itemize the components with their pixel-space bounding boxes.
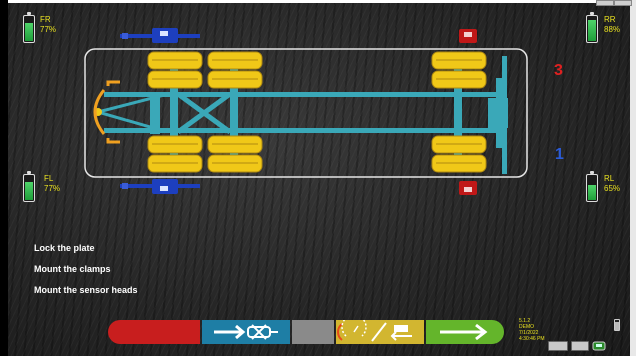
rl-name: RL: [604, 174, 615, 183]
battery-icon-fl: [23, 171, 35, 202]
keyboard-icon[interactable]: [548, 341, 568, 351]
instruction-step: Mount the sensor heads: [34, 285, 138, 295]
fl-name: FL: [44, 174, 54, 183]
fr-percent: 77%: [40, 25, 57, 34]
battery-icon-rr: [586, 12, 598, 43]
fl-label: FL 77%: [44, 174, 60, 194]
rr-percent: 88%: [604, 25, 621, 34]
battery-icon-fr: [23, 12, 35, 43]
rl-percent: 65%: [604, 184, 621, 193]
instruction-list: Lock the plate Mount the clamps Mount th…: [34, 243, 138, 306]
window-button[interactable]: [596, 0, 614, 6]
axle-number-blue: 1: [555, 146, 564, 163]
battery-icon-rl: [586, 171, 598, 202]
gray-action-button[interactable]: [292, 320, 334, 344]
instruction-step: Lock the plate: [34, 243, 95, 253]
right-border: [630, 0, 636, 356]
alignment-screen: FR 77% RR 88% FL 77% RL 65% 3 1 Lock the…: [0, 0, 636, 356]
time-text: 4:30:46 PM: [519, 336, 545, 342]
status-info: 5.1.2 DEMO 7/1/2022 4:30:46 PM: [519, 318, 545, 342]
rear-right-sensor-icon[interactable]: [457, 26, 479, 46]
blue-action-button[interactable]: [202, 320, 290, 344]
rear-left-sensor-icon[interactable]: [457, 178, 479, 198]
axle-number-red: 3: [554, 62, 563, 79]
front-right-sensor-icon[interactable]: [120, 27, 200, 45]
instruction-step: Mount the clamps: [34, 264, 111, 274]
fr-name: FR: [40, 15, 51, 24]
green-action-button[interactable]: [426, 320, 504, 344]
rl-label: RL 65%: [604, 174, 620, 194]
fr-label: FR 77%: [40, 15, 56, 35]
rr-name: RR: [604, 15, 616, 24]
left-border: [0, 0, 8, 356]
gauge-tool-icon: [337, 314, 412, 342]
keyboard-layout-icon[interactable]: [571, 341, 589, 351]
arrow-to-wheel-icon: [214, 324, 278, 340]
window-button[interactable]: [614, 0, 632, 6]
vehicle-chassis-diagram: [84, 48, 528, 178]
front-left-sensor-icon[interactable]: [120, 178, 200, 196]
red-action-button[interactable]: [108, 320, 200, 344]
top-border: [0, 0, 636, 3]
right-arrow-icon: [440, 323, 488, 341]
yellow-action-button[interactable]: [336, 314, 424, 344]
rr-label: RR 88%: [604, 15, 620, 35]
system-battery-icon: [614, 319, 620, 331]
fl-percent: 77%: [44, 184, 61, 193]
action-bar: [108, 314, 504, 344]
vehicle-status-icon[interactable]: [592, 340, 606, 352]
